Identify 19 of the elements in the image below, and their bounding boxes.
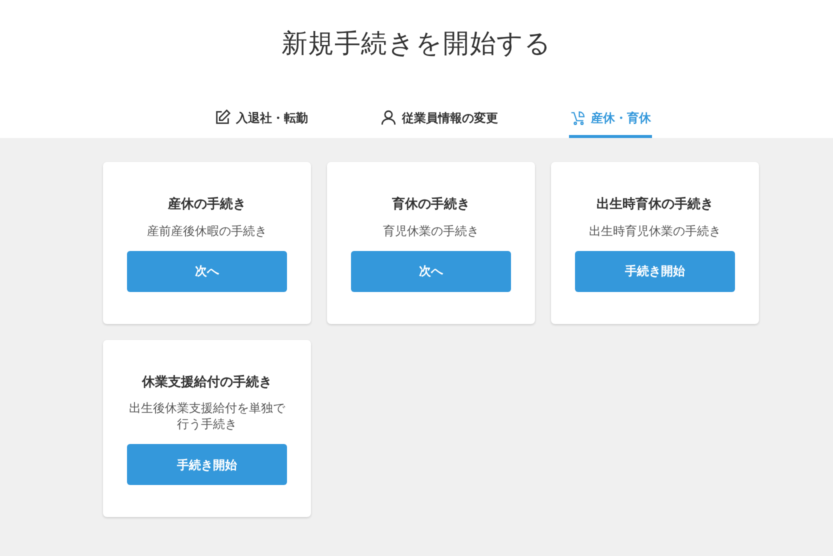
- stroller-icon: [570, 110, 586, 126]
- tab[interactable]: 産休・育休: [569, 100, 652, 138]
- action-button[interactable]: 手続き開始: [575, 250, 735, 292]
- card-title: 休業支援給付の手続き: [142, 372, 272, 390]
- action-button[interactable]: 次へ: [351, 250, 511, 292]
- card-title: 育休の手続き: [392, 195, 470, 213]
- page-title: 新規手続きを開始する: [280, 27, 553, 60]
- person-icon: [380, 109, 397, 126]
- card-description: 育児休業の手続き: [383, 222, 479, 238]
- card-title: 出生時育休の手続き: [596, 195, 714, 213]
- card-title: 産休の手続き: [168, 195, 246, 213]
- tab[interactable]: 入退社・転勤: [213, 100, 309, 138]
- edit-icon: [214, 109, 231, 126]
- card-description: 産前産後休暇の手続き: [147, 222, 267, 238]
- action-button[interactable]: 次へ: [127, 250, 287, 292]
- card-description: 出生時育児休業の手続き: [589, 222, 721, 238]
- card-description: 出生後休業支援給付を単独で行う手続き: [128, 400, 286, 432]
- action-button[interactable]: 手続き開始: [127, 444, 287, 485]
- tab[interactable]: 従業員情報の変更: [379, 100, 499, 138]
